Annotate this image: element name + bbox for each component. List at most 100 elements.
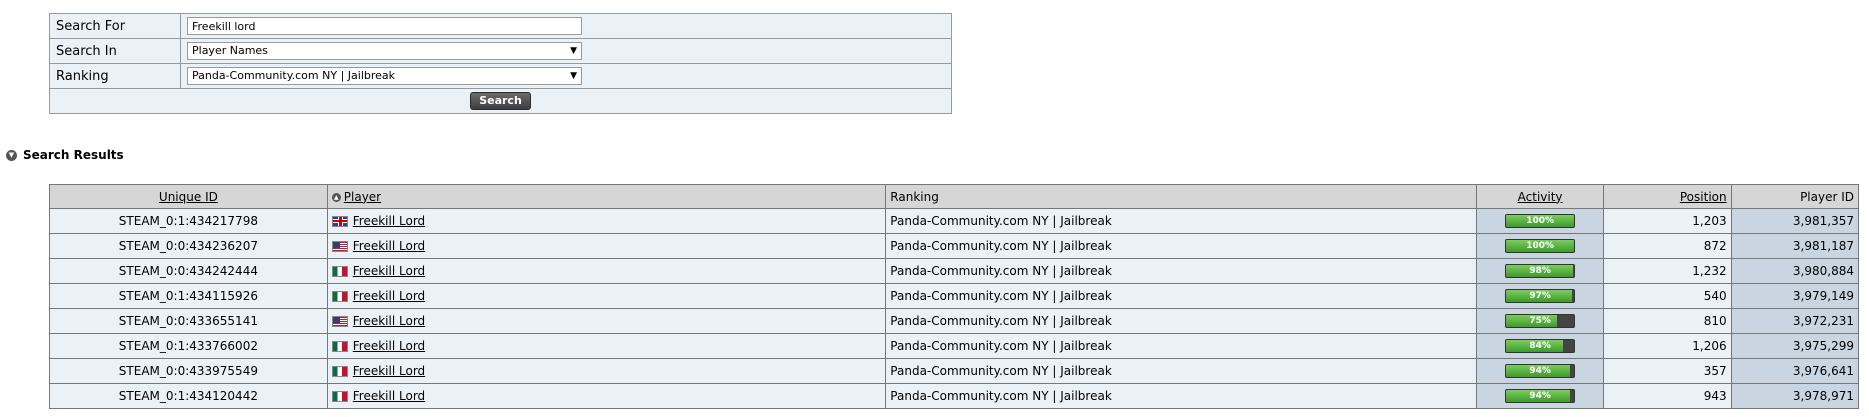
column-header-unique-id: Unique ID bbox=[49, 184, 328, 209]
search-in-cell: Player Names ▼ bbox=[180, 38, 952, 64]
activity-bar: 100% bbox=[1505, 239, 1576, 254]
activity-cell: 94% bbox=[1475, 383, 1605, 409]
activity-percent: 97% bbox=[1529, 291, 1551, 302]
table-row: STEAM_0:1:434120442 Freekill Lord Panda-Co… bbox=[49, 383, 1860, 409]
search-in-row: Search In Player Names ▼ bbox=[49, 38, 952, 64]
dropdown-arrow-icon: ▼ bbox=[570, 71, 577, 81]
sort-player-link[interactable]: Player bbox=[344, 190, 381, 204]
activity-percent: 75% bbox=[1529, 316, 1551, 327]
mx-flag-icon bbox=[331, 366, 348, 377]
gb-flag-icon bbox=[331, 216, 348, 227]
mx-flag-icon bbox=[331, 391, 348, 402]
activity-percent: 84% bbox=[1529, 341, 1551, 352]
activity-cell: 84% bbox=[1475, 333, 1605, 359]
player-link[interactable]: Freekill Lord bbox=[353, 314, 425, 328]
ranking-cell: Panda-Community.com NY | Jailbreak bbox=[885, 333, 1477, 359]
player-id-cell: 3,978,971 bbox=[1730, 383, 1860, 409]
table-row: STEAM_0:1:434217798 Freekill Lord Panda-Co… bbox=[49, 208, 1860, 234]
column-header-ranking: Ranking bbox=[885, 184, 1477, 209]
sort-position-link[interactable]: Position bbox=[1680, 190, 1727, 204]
table-row: STEAM_0:0:434242444 Freekill Lord Panda-Co… bbox=[49, 258, 1860, 284]
unique-id-cell: STEAM_0:0:434242444 bbox=[49, 258, 328, 284]
sort-ascending-icon[interactable]: ▲ bbox=[331, 192, 341, 202]
sort-activity-link[interactable]: Activity bbox=[1518, 190, 1563, 204]
ranking-cell: Panda-Community.com NY | Jailbreak bbox=[885, 258, 1477, 284]
ranking-row: Ranking Panda-Community.com NY | Jailbre… bbox=[49, 63, 952, 89]
ranking-select[interactable]: Panda-Community.com NY | Jailbreak ▼ bbox=[187, 67, 582, 85]
search-for-cell bbox=[180, 13, 952, 39]
collapse-toggle-icon[interactable]: ▼ bbox=[6, 149, 17, 161]
player-link[interactable]: Freekill Lord bbox=[353, 389, 425, 403]
player-id-cell: 3,972,231 bbox=[1730, 308, 1860, 334]
search-results-title: Search Results bbox=[23, 148, 124, 162]
search-for-input[interactable] bbox=[187, 17, 582, 35]
player-link[interactable]: Freekill Lord bbox=[353, 364, 425, 378]
player-cell: Freekill Lord bbox=[326, 358, 887, 384]
player-id-cell: 3,979,149 bbox=[1730, 283, 1860, 309]
player-cell: Freekill Lord bbox=[326, 283, 887, 309]
player-link[interactable]: Freekill Lord bbox=[353, 214, 425, 228]
search-for-row: Search For bbox=[49, 13, 952, 39]
activity-percent: 100% bbox=[1526, 241, 1554, 252]
position-cell: 357 bbox=[1603, 358, 1732, 384]
activity-bar: 84% bbox=[1505, 339, 1576, 354]
search-in-select[interactable]: Player Names ▼ bbox=[187, 42, 582, 60]
unique-id-cell: STEAM_0:1:434217798 bbox=[49, 208, 328, 234]
dropdown-arrow-icon: ▼ bbox=[570, 46, 577, 56]
table-row: STEAM_0:1:434115926 Freekill Lord Panda-Co… bbox=[49, 283, 1860, 309]
results-table: Unique ID ▲ Player Ranking Activity Posit… bbox=[49, 184, 1860, 409]
unique-id-cell: STEAM_0:1:434115926 bbox=[49, 283, 328, 309]
unique-id-cell: STEAM_0:1:433766002 bbox=[49, 333, 328, 359]
player-link[interactable]: Freekill Lord bbox=[353, 289, 425, 303]
table-row: STEAM_0:0:433975549 Freekill Lord Panda-Co… bbox=[49, 358, 1860, 384]
position-cell: 872 bbox=[1603, 233, 1732, 259]
player-cell: Freekill Lord bbox=[326, 233, 887, 259]
activity-percent: 98% bbox=[1529, 266, 1551, 277]
sort-unique-id-link[interactable]: Unique ID bbox=[159, 190, 218, 204]
search-button[interactable]: Search bbox=[470, 92, 531, 110]
player-cell: Freekill Lord bbox=[326, 333, 887, 359]
activity-bar: 97% bbox=[1505, 289, 1576, 304]
player-cell: Freekill Lord bbox=[326, 208, 887, 234]
position-cell: 1,203 bbox=[1603, 208, 1732, 234]
activity-percent: 94% bbox=[1529, 391, 1551, 402]
column-header-player-id: Player ID bbox=[1730, 184, 1860, 209]
unique-id-cell: STEAM_0:0:433655141 bbox=[49, 308, 328, 334]
ranking-cell: Panda-Community.com NY | Jailbreak bbox=[885, 233, 1477, 259]
position-cell: 540 bbox=[1603, 283, 1732, 309]
activity-bar: 75% bbox=[1505, 314, 1576, 329]
column-header-activity: Activity bbox=[1475, 184, 1605, 209]
player-id-cell: 3,976,641 bbox=[1730, 358, 1860, 384]
column-header-position: Position bbox=[1603, 184, 1732, 209]
player-link[interactable]: Freekill Lord bbox=[353, 239, 425, 253]
search-in-label: Search In bbox=[49, 38, 181, 64]
position-cell: 1,206 bbox=[1603, 333, 1732, 359]
activity-cell: 97% bbox=[1475, 283, 1605, 309]
unique-id-cell: STEAM_0:1:434120442 bbox=[49, 383, 328, 409]
player-cell: Freekill Lord bbox=[326, 308, 887, 334]
results-body: STEAM_0:1:434217798 Freekill Lord Panda-Co… bbox=[49, 208, 1860, 409]
mx-flag-icon bbox=[331, 341, 348, 352]
ranking-cell: Panda-Community.com NY | Jailbreak ▼ bbox=[180, 63, 952, 89]
player-id-cell: 3,975,299 bbox=[1730, 333, 1860, 359]
player-id-cell: 3,980,884 bbox=[1730, 258, 1860, 284]
position-cell: 1,232 bbox=[1603, 258, 1732, 284]
position-cell: 810 bbox=[1603, 308, 1732, 334]
player-link[interactable]: Freekill Lord bbox=[353, 264, 425, 278]
unique-id-cell: STEAM_0:0:434236207 bbox=[49, 233, 328, 259]
activity-bar: 94% bbox=[1505, 389, 1576, 404]
search-results-header[interactable]: ▼ Search Results bbox=[6, 148, 124, 162]
activity-cell: 75% bbox=[1475, 308, 1605, 334]
player-id-cell: 3,981,357 bbox=[1730, 208, 1860, 234]
player-id-cell: 3,981,187 bbox=[1730, 233, 1860, 259]
ranking-cell: Panda-Community.com NY | Jailbreak bbox=[885, 283, 1477, 309]
column-header-player: ▲ Player bbox=[326, 184, 887, 209]
player-cell: Freekill Lord bbox=[326, 258, 887, 284]
activity-bar: 100% bbox=[1505, 214, 1576, 229]
player-link[interactable]: Freekill Lord bbox=[353, 339, 425, 353]
table-row: STEAM_0:1:433766002 Freekill Lord Panda-Co… bbox=[49, 333, 1860, 359]
mx-flag-icon bbox=[331, 291, 348, 302]
ranking-cell: Panda-Community.com NY | Jailbreak bbox=[885, 308, 1477, 334]
search-button-row: Search bbox=[49, 88, 952, 114]
search-for-label: Search For bbox=[49, 13, 181, 39]
